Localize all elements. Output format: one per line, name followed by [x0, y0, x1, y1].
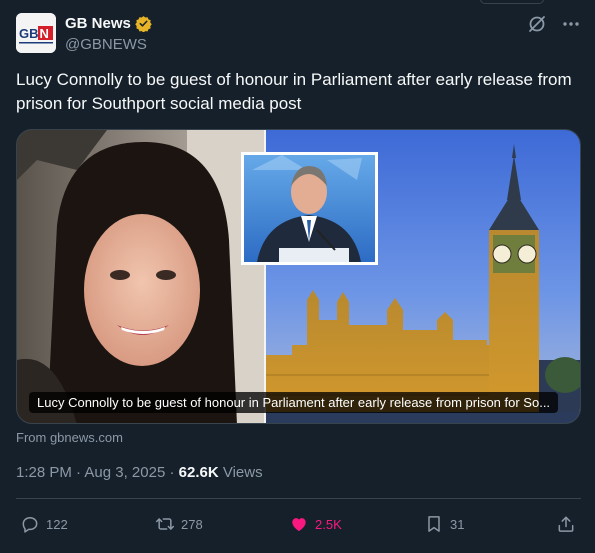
verified-badge-icon [135, 15, 152, 33]
post-date[interactable]: Aug 3, 2025 [84, 464, 165, 481]
reply-count: 122 [46, 516, 68, 532]
like-icon [289, 514, 309, 534]
bookmark-button[interactable]: 31 [424, 514, 464, 534]
post-meta: 1:28 PM · Aug 3, 2025 · 62.6K Views [16, 464, 263, 481]
svg-text:GB: GB [19, 26, 39, 41]
top-tab-edge [480, 0, 544, 4]
bookmark-count: 31 [450, 516, 465, 532]
views-label: Views [222, 464, 263, 481]
post-text: Lucy Connolly to be guest of honour in P… [16, 70, 572, 113]
link-source[interactable]: From gbnews.com [16, 430, 123, 445]
reply-button[interactable]: 122 [20, 514, 68, 534]
author-name[interactable]: GB News [65, 15, 152, 33]
repost-count: 278 [181, 516, 203, 532]
views-count: 62.6K [178, 464, 219, 481]
top-actions [527, 14, 581, 34]
grok-icon[interactable] [527, 14, 547, 34]
repost-icon [155, 514, 175, 534]
bookmark-icon [424, 514, 444, 534]
author-name-label[interactable]: GB News [65, 15, 131, 32]
like-button[interactable]: 2.5K [289, 514, 342, 534]
divider [16, 498, 581, 499]
like-count: 2.5K [315, 516, 342, 532]
repost-button[interactable]: 278 [155, 514, 203, 534]
more-icon[interactable] [561, 14, 581, 34]
share-icon [556, 514, 576, 534]
author-handle[interactable]: @GBNEWS [65, 36, 147, 53]
reply-icon [20, 514, 40, 534]
post-card: GB N GB News @GBNEWS Lucy Connolly to be… [0, 0, 595, 553]
svg-text:N: N [40, 26, 49, 41]
meta-separator: · [76, 464, 82, 481]
post-time[interactable]: 1:28 PM [16, 464, 72, 481]
link-card-image[interactable] [16, 129, 581, 424]
meta-separator: · [169, 464, 175, 481]
link-card-caption[interactable]: Lucy Connolly to be guest of honour in P… [29, 392, 559, 413]
avatar[interactable]: GB N [16, 13, 56, 53]
share-button[interactable] [556, 514, 576, 534]
